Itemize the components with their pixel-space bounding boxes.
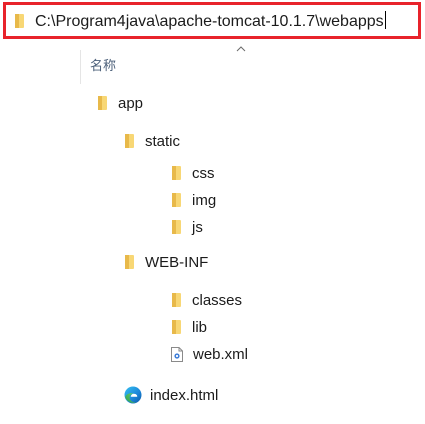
folder-icon [15,14,24,28]
folder-icon [98,96,107,110]
tree-item-lib[interactable]: lib [172,316,207,338]
folder-icon [172,193,181,207]
tree-item-label: css [192,164,215,182]
tree-item-index-html[interactable]: index.html [124,384,218,406]
address-path-text: C:\Program4java\apache-tomcat-10.1.7\web… [35,13,384,30]
file-explorer-window: C:\Program4java\apache-tomcat-10.1.7\web… [0,0,425,424]
tree-item-label: web.xml [193,345,249,363]
tree-item-label: WEB-INF [145,253,209,271]
tree-item-img[interactable]: img [172,189,216,211]
text-caret [384,11,386,29]
edge-browser-icon [124,386,142,404]
tree-item-css[interactable]: css [172,162,215,184]
tree-item-web-inf[interactable]: WEB-INF [125,251,208,273]
tree-item-label: app [118,94,144,112]
tree-item-js[interactable]: js [172,216,203,238]
address-path[interactable]: C:\Program4java\apache-tomcat-10.1.7\web… [35,11,386,32]
name-column-header[interactable]: 名称 [90,55,116,74]
folder-icon [125,134,134,148]
folder-icon [172,320,181,334]
tree-item-label: index.html [150,386,219,404]
folder-icon [125,255,134,269]
column-divider [80,50,81,84]
folder-icon [172,293,181,307]
tree-item-classes[interactable]: classes [172,289,242,311]
tree-item-label: js [192,218,203,236]
tree-item-label: classes [192,291,243,309]
address-bar[interactable]: C:\Program4java\apache-tomcat-10.1.7\web… [3,2,421,39]
tree-item-label: lib [192,318,208,336]
tree-item-web-xml[interactable]: web.xml [171,343,249,365]
xml-file-icon [171,346,183,362]
tree-item-label: static [145,132,181,150]
chevron-up-icon[interactable] [236,46,246,52]
folder-icon [172,166,181,180]
folder-icon [172,220,181,234]
tree-item-app[interactable]: app [98,92,143,114]
tree-item-static[interactable]: static [125,130,180,152]
column-header-bar: 名称 [80,42,425,84]
tree-item-label: img [192,191,217,209]
